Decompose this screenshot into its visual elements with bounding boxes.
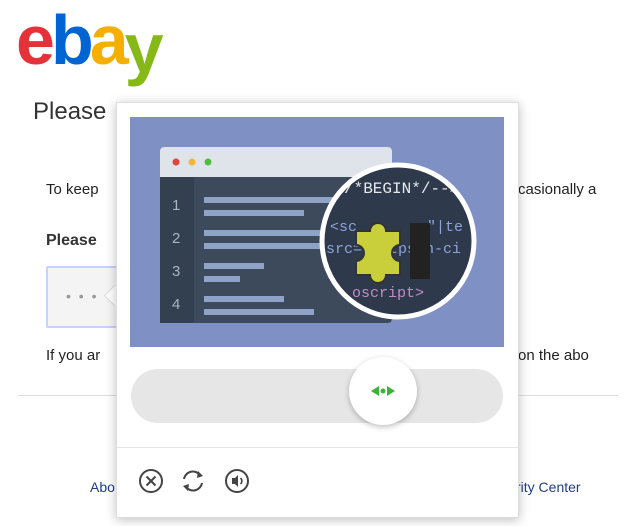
line-number-1: 1 — [172, 197, 180, 214]
logo-letter-a: a — [89, 1, 129, 79]
ebay-logo: ebay — [16, 0, 164, 87]
close-icon[interactable] — [137, 467, 165, 495]
help-text-right: on the abo — [518, 347, 589, 364]
magnified-code-1: /*BEGIN*/--> — [344, 180, 459, 198]
captcha-popup: 1 2 3 4 /*BEGIN*/--> <sc ="|te src="http… — [116, 102, 519, 518]
magnified-code-6: oscript> — [352, 285, 424, 302]
popup-divider — [117, 447, 518, 448]
drag-arrows-icon — [371, 386, 395, 396]
magnified-code-2: <sc — [330, 219, 357, 236]
help-text-left: If you ar — [46, 347, 101, 364]
window-max-dot — [204, 158, 212, 166]
puzzle-image: 1 2 3 4 /*BEGIN*/--> <sc ="|te src="http… — [130, 117, 504, 347]
slider-track[interactable] — [131, 369, 503, 423]
line-number-3: 3 — [172, 263, 180, 280]
slider-handle[interactable] — [349, 357, 417, 425]
refresh-icon[interactable] — [179, 467, 207, 495]
window-min-dot — [188, 158, 196, 166]
logo-letter-e: e — [16, 1, 55, 79]
window-close-dot — [172, 158, 180, 166]
logo-letter-y: y — [124, 9, 164, 87]
footer-link-security-center[interactable]: rity Center — [516, 479, 581, 495]
footer-link-about[interactable]: Abo — [90, 479, 115, 495]
audio-icon[interactable] — [223, 467, 251, 495]
line-number-2: 2 — [172, 230, 180, 247]
captcha-dots: • • • — [66, 288, 99, 304]
please-label: Please — [46, 232, 97, 249]
intro-text-right: casionally a — [518, 181, 597, 198]
puzzle-illustration: 1 2 3 4 /*BEGIN*/--> <sc ="|te src="http… — [160, 147, 477, 323]
page-heading: Please — [33, 98, 107, 125]
intro-text-left: To keep — [46, 181, 99, 198]
logo-letter-b: b — [50, 1, 94, 79]
line-number-4: 4 — [172, 296, 180, 313]
